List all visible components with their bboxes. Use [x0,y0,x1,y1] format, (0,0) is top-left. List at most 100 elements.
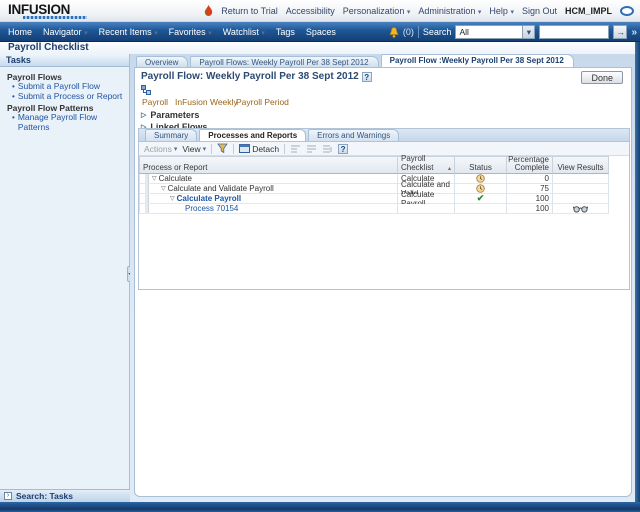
tab-payroll-flow-active[interactable]: Payroll Flow :Weekly Payroll Per 38 Sept… [381,54,574,67]
tree-expand-icon[interactable]: ▽ [170,195,175,202]
process-name-link[interactable]: Calculate Payroll [177,194,241,203]
go-to-top-icon[interactable] [306,144,317,154]
logo-underline [23,16,87,19]
view-menu[interactable]: View▾ [182,144,206,154]
flow-hierarchy-icon[interactable] [141,85,151,97]
process-name-link[interactable]: Process 70154 [185,204,238,213]
nav-recent-items[interactable]: Recent Items ▾ [99,27,158,37]
row-header-strip [145,174,149,183]
global-header: INFUSION Return to Trial Accessibility P… [0,0,640,22]
view-results-glasses-icon[interactable] [553,204,609,214]
table-toolbar: Actions▾ View▾ Detach [139,142,629,156]
payroll-label: Payroll [142,97,168,107]
nav-spaces[interactable]: Spaces [306,27,336,37]
process-name: Calculate [159,174,192,183]
column-percentage-complete[interactable]: Percentage Complete [507,156,553,174]
nav-home[interactable]: Home [8,27,32,37]
table-row: ▽Calculate and Validate Payroll Calculat… [139,184,609,194]
actions-menu[interactable]: Actions▾ [144,144,177,154]
table-row: Process 70154 100 [139,204,609,214]
main-tab-bar: Overview Payroll Flows: Weekly Payroll P… [136,54,574,67]
tree-expand-icon[interactable]: ▽ [152,175,157,182]
global-search-input[interactable] [539,25,609,39]
search-go-button[interactable]: → [613,25,627,39]
subtab-bar: Summary Processes and Reports Errors and… [139,129,629,142]
window-bottom-bar [0,502,640,512]
tab-overview[interactable]: Overview [136,56,188,67]
link-manage-payroll-flow-patterns[interactable]: Manage Payroll Flow Patterns [18,113,125,132]
chevron-down-icon: ▾ [154,30,158,37]
status-cell [455,204,507,214]
tab-payroll-flows[interactable]: Payroll Flows: Weekly Payroll Per 38 Sep… [190,56,378,67]
infusion-logo: INFUSION [8,2,70,17]
table-header-row: Process or Report Payroll Checklist▴ Sta… [139,156,609,174]
navbar-search-area: (0) Search All ▾ → » [389,22,637,42]
chevron-down-icon: ▾ [510,9,514,16]
subtab-errors-and-warnings[interactable]: Errors and Warnings [308,129,399,141]
column-process-or-report[interactable]: Process or Report [139,156,398,174]
flame-icon [204,5,213,17]
bullet-icon: • [12,113,15,132]
search-tasks-footer[interactable]: › Search: Tasks [0,489,130,502]
divider [211,144,212,154]
global-header-links: Return to Trial Accessibility Personaliz… [204,0,634,22]
bullet-icon: • [12,82,15,92]
sign-out-link[interactable]: Sign Out [522,6,557,16]
notification-count: (0) [403,27,414,37]
accessibility-link[interactable]: Accessibility [286,6,335,16]
window-right-frame [635,42,640,512]
help-menu[interactable]: Help ▾ [489,6,514,16]
done-button[interactable]: Done [581,71,623,84]
table-row: ▽Calculate Calculate 0 [139,174,609,184]
subtab-summary[interactable]: Summary [145,129,197,141]
column-payroll-checklist[interactable]: Payroll Checklist▴ [398,156,455,174]
column-status[interactable]: Status [455,156,507,174]
tasks-panel-header[interactable]: Tasks [0,54,129,67]
flow-info-row: Payroll InFusion Weekly Payroll Period [142,97,622,107]
status-in-progress-icon [455,174,507,184]
notification-bell-icon[interactable] [389,27,399,38]
detach-button[interactable]: Detach [239,144,279,154]
nav-watchlist[interactable]: Watchlist ▾ [223,27,265,37]
divider [284,144,285,154]
username-label: HCM_IMPL [565,6,612,16]
table-row: ▽Calculate Payroll Calculate Payroll ✔ 1… [139,194,609,204]
help-icon[interactable]: ? [338,144,348,154]
help-icon[interactable]: ? [362,72,372,82]
chevron-down-icon: ▾ [407,9,411,16]
percentage-cell: 0 [507,174,553,184]
expand-icon[interactable]: › [4,492,12,500]
administration-menu[interactable]: Administration ▾ [418,6,481,16]
search-tasks-label: Search: Tasks [16,491,73,501]
subtab-processes-and-reports[interactable]: Processes and Reports [199,129,306,141]
search-label: Search [423,27,452,37]
view-results-cell [553,174,609,184]
section-parameters[interactable]: ▷ Parameters [141,110,199,120]
tasks-sidebar: Tasks Payroll Flows •Submit a Payroll Fl… [0,54,130,502]
tree-expand-icon[interactable]: ▽ [161,185,166,192]
payroll-value: InFusion Weekly [175,97,238,107]
nav-tags[interactable]: Tags [276,27,295,37]
divider [233,144,234,154]
checklist-cell [398,204,455,214]
advanced-search-icon[interactable]: » [631,27,637,38]
go-up-icon[interactable] [290,144,301,154]
query-by-example-icon[interactable] [217,143,228,154]
nav-favorites[interactable]: Favorites ▾ [169,27,212,37]
percentage-cell: 100 [507,194,553,204]
chevron-down-icon: ▾ [208,30,212,37]
return-to-trial-link[interactable]: Return to Trial [221,6,278,16]
search-scope-select[interactable]: All ▾ [455,25,535,39]
main-region: Overview Payroll Flows: Weekly Payroll P… [130,54,635,502]
column-view-results[interactable]: View Results [553,156,609,174]
row-header-strip [145,204,149,213]
chevron-down-icon: ▾ [84,30,88,37]
show-as-top-icon[interactable] [322,144,333,154]
nav-navigator[interactable]: Navigator ▾ [43,27,88,37]
personalization-menu[interactable]: Personalization ▾ [343,6,411,16]
chevron-down-icon: ▾ [174,145,178,153]
link-submit-process-or-report[interactable]: Submit a Process or Report [18,92,122,102]
chat-oval-icon[interactable] [620,6,634,16]
percentage-cell: 100 [507,204,553,214]
process-name: Calculate and Validate Payroll [168,184,274,193]
